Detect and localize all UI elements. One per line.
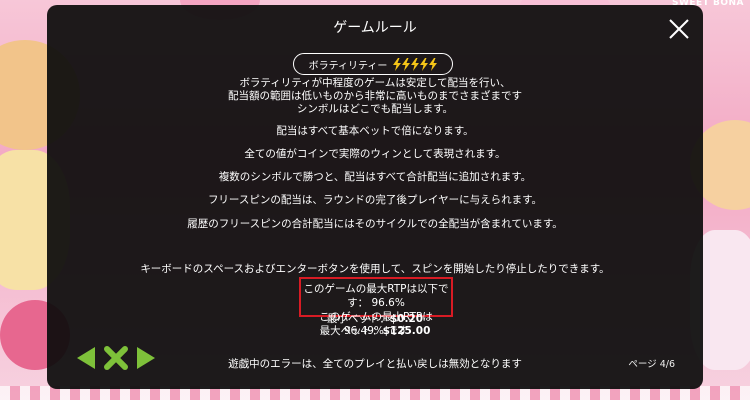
rule-paragraph: キーボードのスペースおよびエンターボタンを使用して、スピンを開始したり停止したり… [47, 263, 703, 276]
rule-text: ボラティリティが中程度のゲームは安定して配当を行い、 [239, 77, 511, 89]
close-icon [669, 19, 689, 39]
lightning-bolt-icon [420, 57, 429, 71]
rule-text: 複数のシンボルで勝つと、配当はすべて合計配当に追加されます。 [218, 171, 532, 183]
max-rtp-text: このゲームの最大RTPは以下です： 96.6% [303, 283, 449, 309]
min-bet-label: 最小ベット： [326, 313, 390, 325]
rule-text: キーボードのスペースおよびエンターボタンを使用して、スピンを開始したり停止したり… [140, 263, 610, 275]
rule-text: フリースピンの配当は、ラウンドの完了後プレイヤーに与えられます。 [207, 194, 543, 206]
bet-limits: 最小ベット：$0.20 最大ベット：$125.00 [47, 313, 703, 337]
max-bet-value: $125.00 [382, 325, 431, 337]
page-indicator: ページ 4/6 [628, 359, 675, 370]
volatility-label: ボラティリティー [308, 60, 388, 72]
lightning-bolt-icon [429, 57, 438, 71]
rule-paragraph: 配当はすべて基本ベットで倍になります。 [47, 125, 703, 138]
rule-paragraph: ボラティリティが中程度のゲームは安定して配当を行い、 配当額の範囲は低いものから… [47, 77, 703, 116]
modal-title: ゲームルール [333, 20, 417, 36]
rule-paragraph: 全ての値がコインで実際のウィンとして表現されます。 [47, 148, 703, 161]
min-bet-value: $0.20 [389, 313, 424, 325]
rule-paragraph: 複数のシンボルで勝つと、配当はすべて合計配当に追加されます。 [47, 171, 703, 184]
min-bet-row: 最小ベット：$0.20 [47, 313, 703, 325]
volatility-meter [393, 57, 438, 71]
rule-paragraph: フリースピンの配当は、ラウンドの完了後プレイヤーに与えられます。 [47, 194, 703, 207]
rule-text: 配当はすべて基本ベットで倍になります。 [276, 125, 474, 137]
max-bet-row: 最大ベット：$125.00 [47, 325, 703, 337]
rule-text: 履歴のフリースピンの合計配当にはそのサイクルでの全配当が含まれています。 [187, 218, 563, 230]
rule-text: シンボルはどこでも配当します。 [296, 103, 454, 115]
lightning-bolt-icon [411, 57, 420, 71]
rule-text: 配当額の範囲は低いものから非常に高いものまでさまざまです [228, 90, 522, 102]
lightning-bolt-icon [402, 57, 411, 71]
rule-text: 全ての値がコインで実際のウィンとして表現されます。 [244, 148, 506, 160]
rtp-box: このゲームの最大RTPは以下です： 96.6% このゲームの最小RTPは 96.… [299, 277, 453, 337]
rule-paragraph: 履歴のフリースピンの合計配当にはそのサイクルでの全配当が含まれています。 [47, 218, 703, 231]
close-button[interactable] [665, 15, 693, 43]
error-disclaimer: 遊戯中のエラーは、全てのプレイと払い戻しは無効となります [228, 358, 522, 370]
lightning-bolt-icon [393, 57, 402, 71]
volatility-badge: ボラティリティー [293, 53, 453, 75]
max-bet-label: 最大ベット： [319, 325, 383, 337]
game-rules-modal: ゲームルール ボラティリティー ボラティリティが中程度のゲームは安定して配当を行… [47, 5, 703, 389]
